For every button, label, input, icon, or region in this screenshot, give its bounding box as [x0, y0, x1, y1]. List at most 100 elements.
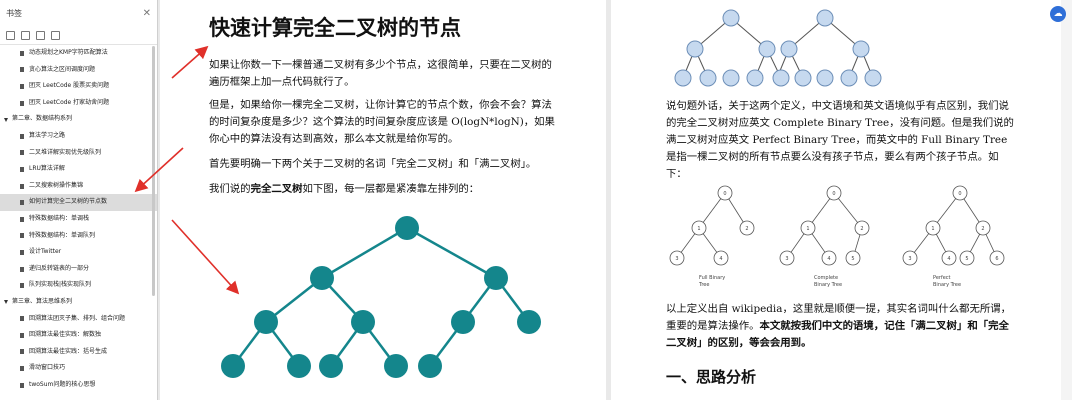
- bookmark-item[interactable]: 滑动窗口技巧: [0, 360, 157, 377]
- tree-node: [221, 354, 245, 378]
- bookmark-label: 回溯算法最佳实践：解数独: [29, 331, 102, 339]
- tree-node: [941, 250, 957, 266]
- bookmark-item[interactable]: 算法学习之路: [0, 128, 157, 145]
- bookmark-item[interactable]: 二叉堆详解实现优先级队列: [0, 145, 157, 162]
- bookmark-item[interactable]: 团灭 LeetCode 股票买卖问题: [0, 78, 157, 95]
- tree-node: [758, 40, 776, 58]
- bookmark-chapter[interactable]: 第三章、算法思维系列: [0, 294, 157, 311]
- bookmark-icon: [20, 100, 24, 106]
- sidebar-scrollbar[interactable]: [152, 46, 155, 296]
- node-label: 0: [832, 191, 835, 197]
- bookmark-label: 二叉堆详解实现优先级队列: [29, 148, 102, 156]
- tree-node: [854, 220, 870, 236]
- tree-node: [779, 250, 795, 266]
- node-label: 3: [908, 256, 911, 262]
- tree-node: [746, 69, 764, 87]
- bookmark-title: 书签: [6, 8, 22, 18]
- bookmark-label: 动态规划之KMP字符匹配算法: [29, 49, 108, 56]
- tree-node: [975, 220, 991, 236]
- tree-node: [686, 40, 704, 58]
- tree-node: [821, 250, 837, 266]
- bookmark-item[interactable]: 二叉搜索树操作集锦: [0, 178, 157, 195]
- bookmark-add-icon[interactable]: [36, 30, 45, 40]
- bookmark-list: 动态规划之KMP字符匹配算法贪心算法之区间调度问题 团灭 LeetCode 股票买…: [0, 45, 157, 393]
- tree-node: [739, 220, 755, 236]
- tree-node: [254, 310, 278, 334]
- tree-node: [800, 220, 816, 236]
- node-label: 0: [723, 191, 726, 197]
- tree-node: [826, 185, 842, 201]
- tree-node: [418, 354, 442, 378]
- bookmark-icon: [20, 266, 24, 272]
- node-label: 4: [719, 256, 722, 262]
- bookmark-item[interactable]: twoSum问题的核心思想: [0, 377, 157, 394]
- paragraph-2: 但是，如果给你一棵完全二叉树，让你计算它的节点个数，你会不会？算法的时间复杂度是…: [209, 99, 555, 145]
- bookmark-label: LRU算法详解: [29, 165, 65, 173]
- bookmark-item[interactable]: 回溯算法最佳实践：括号生成: [0, 344, 157, 361]
- bookmark-item[interactable]: LRU算法详解: [0, 161, 157, 178]
- bookmark-icon: [20, 316, 24, 322]
- bookmark-label: 回溯算法团灭子集、排列、组合问题: [29, 314, 126, 322]
- tree-node: [319, 354, 343, 378]
- tree-node: [925, 220, 941, 236]
- node-label: 1: [931, 226, 934, 232]
- bookmark-item[interactable]: 队列实现栈|栈实现队列: [0, 277, 157, 294]
- bookmark-item[interactable]: 如何计算完全二叉树的节点数: [0, 194, 157, 211]
- tree-node: [722, 9, 740, 27]
- bookmark-icon: [20, 233, 24, 239]
- bookmark-item[interactable]: 回溯算法团灭子集、排列、组合问题: [0, 311, 157, 328]
- bookmark-item[interactable]: 团灭 LeetCode 打家劫舍问题: [0, 95, 157, 112]
- page-title: 快速计算完全二叉树的节点: [209, 16, 461, 40]
- paragraph-wikipedia: 以上定义出自 wikipedia，这里就是顺便一提，其实名词叫什么都无所谓，重要…: [666, 303, 1012, 349]
- paragraph-3: 首先要明确一下两个关于二叉树的名词「完全二叉树」和「满二叉树」。: [209, 158, 537, 170]
- tree-node: [691, 220, 707, 236]
- tree-node: [772, 69, 790, 87]
- cloud-sync-icon[interactable]: ☁: [1050, 6, 1066, 22]
- bookmark-item[interactable]: 回溯算法最佳实践：解数独: [0, 327, 157, 344]
- bookmark-item[interactable]: 特殊数据结构：单调栈: [0, 211, 157, 228]
- node-label: 1: [697, 226, 700, 232]
- tree-node: [864, 69, 882, 87]
- pdf-page-right: 0 1 2 3 4 0 1 2 3 4 5 0 1 2 3 4 5 6 Full Binary Tre…: [611, 0, 1061, 400]
- bookmark-label: 特殊数据结构：单调栈: [29, 214, 90, 222]
- bookmark-icon: [20, 150, 24, 156]
- bookmark-label: 第三章、算法思维系列: [12, 297, 73, 305]
- bookmark-label: 设计Twitter: [29, 248, 62, 256]
- close-icon[interactable]: ✕: [143, 8, 151, 19]
- collapse-all-icon[interactable]: [21, 30, 30, 40]
- expand-all-icon[interactable]: [6, 30, 15, 40]
- bookmark-item[interactable]: 动态规划之KMP字符匹配算法: [0, 45, 157, 62]
- node-label: 1: [806, 226, 809, 232]
- bookmark-icon[interactable]: [51, 30, 60, 40]
- bookmark-item[interactable]: 特殊数据结构：单调队列: [0, 228, 157, 245]
- bookmark-item[interactable]: 设计Twitter: [0, 244, 157, 261]
- bookmark-header: 书签 ✕: [0, 0, 157, 26]
- bookmark-chapter[interactable]: 第二章、数据结构系列: [0, 111, 157, 128]
- bookmark-label: 回溯算法最佳实践：括号生成: [29, 347, 108, 355]
- bookmark-item[interactable]: 贪心算法之区间调度问题: [0, 62, 157, 79]
- collapse-triangle-icon[interactable]: [4, 300, 8, 305]
- tree-node: [451, 310, 475, 334]
- tree-node: [952, 185, 968, 201]
- collapse-triangle-icon[interactable]: [4, 117, 8, 122]
- bookmark-icon: [20, 366, 24, 372]
- bookmark-icon: [20, 50, 24, 56]
- node-label: 4: [947, 256, 950, 262]
- tree-node: [845, 250, 861, 266]
- tree-node: [674, 69, 692, 87]
- bookmark-toolbar: [0, 26, 157, 45]
- tree-node: [484, 266, 508, 290]
- bookmark-label: 团灭 LeetCode 打家劫舍问题: [29, 98, 110, 106]
- paragraph-definition: 说句题外话，关于这两个定义，中文语境和英文语境似乎有点区别，我们说的完全二叉树对…: [666, 100, 1014, 180]
- bookmark-item[interactable]: 递归反转链表的一部分: [0, 261, 157, 278]
- bookmark-icon: [20, 332, 24, 338]
- bookmark-icon: [20, 283, 24, 289]
- bookmark-label: 如何计算完全二叉树的节点数: [29, 198, 108, 206]
- node-label: 6: [995, 256, 998, 262]
- figure-caption-perfect: Perfect Binary Tree: [933, 275, 962, 288]
- paragraph-1: 如果让你数一下一棵普通二叉树有多少个节点，这很简单，只要在二叉树的遍历框架上加一…: [209, 59, 552, 88]
- right-scrollbar-track[interactable]: [1061, 0, 1072, 400]
- tree-node: [959, 250, 975, 266]
- tree-node: [717, 185, 733, 201]
- tree-node: [669, 250, 685, 266]
